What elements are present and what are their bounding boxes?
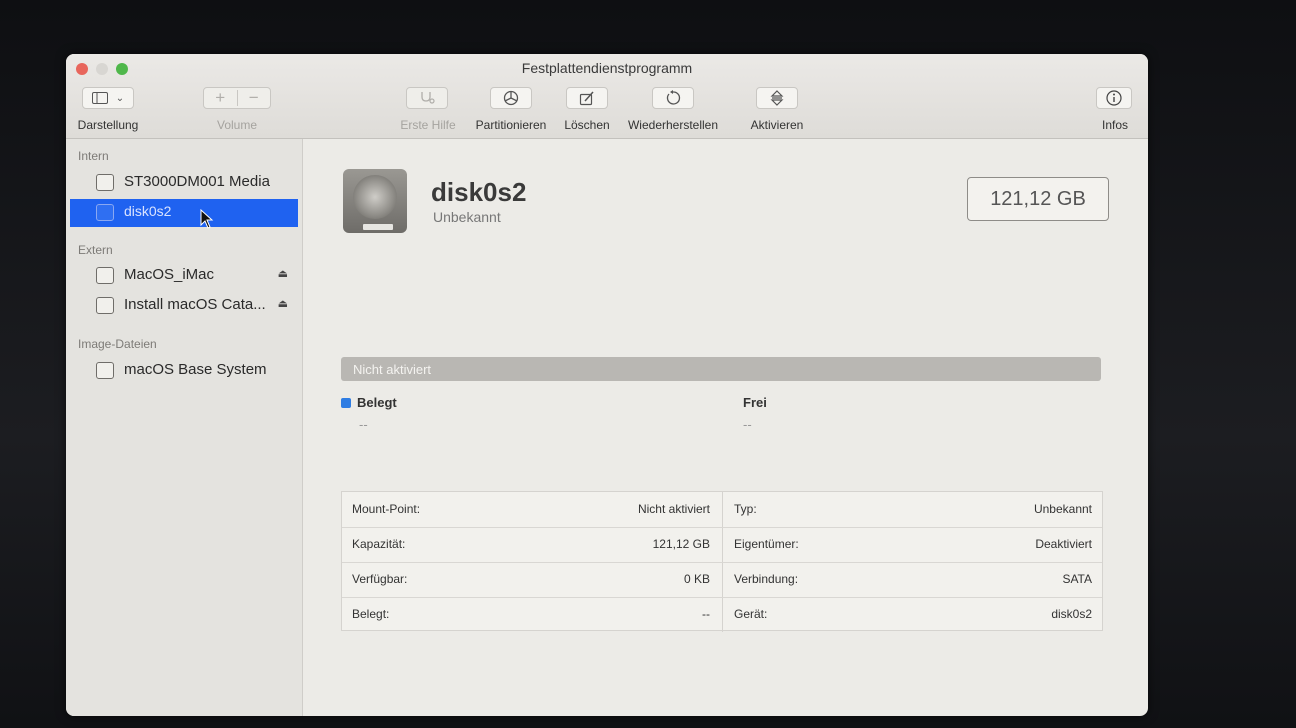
info-row: Kapazität: 121,12 GB Eigentümer: Deaktiv… [342,527,1102,563]
volume-name: disk0s2 [431,177,527,207]
erase-label: Löschen [564,118,610,132]
volume-icon [96,204,114,221]
legend-used-value: -- [359,417,368,432]
info-table: Mount-Point: Nicht aktiviert Typ: Unbeka… [341,491,1103,632]
sidebar-item-label: macOS Base System [124,361,267,378]
stethoscope-icon [421,92,435,104]
info-row: Verfügbar: 0 KB Verbindung: SATA [342,562,1102,598]
add-volume-button[interactable]: + [204,88,237,108]
volume-size-badge: 121,12 GB [967,177,1109,221]
external-drive-icon [96,297,114,314]
volume-label: Volume [216,118,258,132]
first-aid-label: Erste Hilfe [400,118,456,132]
mount-label: Aktivieren [750,118,804,132]
restore-button[interactable] [652,87,694,109]
pie-partition-icon [503,90,519,106]
info-value: Deaktiviert [1035,537,1092,551]
hard-drive-icon [343,169,407,233]
info-value: disk0s2 [1051,607,1092,621]
volume-format: Unbekannt [433,209,501,225]
erase-pencil-icon [579,91,594,106]
info-key: Verfügbar: [352,572,408,586]
titlebar: Festplattendienstprogramm ⌄ Darstellung … [66,54,1148,139]
info-value: SATA [1062,572,1092,586]
chevron-down-icon: ⌄ [115,92,125,104]
info-key: Eigentümer: [734,537,799,551]
restore-arrow-icon [666,90,681,105]
info-key: Belegt: [352,607,390,621]
mouse-cursor-icon [200,209,214,229]
disk-image-icon [96,362,114,379]
info-button[interactable] [1096,87,1132,109]
remove-volume-button[interactable]: − [238,88,271,108]
sidebar-section-extern: Extern [78,243,113,257]
info-key: Typ: [734,502,757,516]
external-drive-icon [96,267,114,284]
info-label: Infos [1101,118,1129,132]
usage-bar: Nicht aktiviert [341,357,1101,381]
partition-button[interactable] [490,87,532,109]
used-color-swatch [341,398,351,408]
info-value: 121,12 GB [652,537,710,551]
sidebar-section-image-dateien: Image-Dateien [78,337,157,351]
legend-used: Belegt [341,395,397,410]
info-value: -- [702,607,710,621]
legend-free-value: -- [743,417,752,432]
volume-segment[interactable]: + − [203,87,271,109]
legend-free-label: Frei [743,395,767,410]
sidebar-section-intern: Intern [78,149,109,163]
sidebar-item-label: disk0s2 [124,203,172,219]
view-label: Darstellung [77,118,139,132]
legend-used-label: Belegt [357,395,397,410]
usage-bar-text: Nicht aktiviert [353,361,432,377]
info-key: Verbindung: [734,572,799,586]
view-button[interactable]: ⌄ [82,87,134,109]
info-key: Mount-Point: [352,502,421,516]
restore-label: Wiederherstellen [627,118,719,132]
sidebar-item-label: MacOS_iMac [124,266,215,283]
window-title: Festplattendienstprogramm [521,60,693,76]
sidebar-item-label: Install macOS Cata... [124,296,266,313]
eject-icon[interactable]: ⏏ [278,267,288,280]
partition-label: Partitionieren [475,118,547,132]
info-row: Belegt: -- Gerät: disk0s2 [342,597,1102,632]
main-content: disk0s2 Unbekannt 121,12 GB Nicht aktivi… [303,139,1148,716]
eject-icon[interactable]: ⏏ [278,297,288,310]
sidebar-item-macos-imac[interactable]: MacOS_iMac ⏏ [70,262,298,290]
info-value: Unbekannt [1033,502,1092,516]
info-value: Nicht aktiviert [637,502,710,516]
sidebar-icon [91,92,108,104]
info-row: Mount-Point: Nicht aktiviert Typ: Unbeka… [342,492,1102,528]
sidebar-item-st3000dm001[interactable]: ST3000DM001 Media [70,169,298,197]
sidebar-item-disk0s2[interactable]: disk0s2 [70,199,298,229]
sidebar-item-install-macos[interactable]: Install macOS Cata... ⏏ [70,292,298,320]
hard-drive-connector [363,224,393,230]
mount-button[interactable] [756,87,798,109]
hard-drive-platter [353,175,397,219]
erase-button[interactable] [566,87,608,109]
info-key: Kapazität: [352,537,406,551]
disk-utility-window: Festplattendienstprogramm ⌄ Darstellung … [66,54,1148,716]
sidebar-item-label: ST3000DM001 Media [124,173,270,190]
mount-icon [770,90,784,106]
sidebar: Intern ST3000DM001 Media disk0s2 Extern … [66,139,303,716]
first-aid-button[interactable] [406,87,448,109]
info-icon [1106,90,1122,106]
info-value: 0 KB [683,572,710,586]
sidebar-item-macos-base-system[interactable]: macOS Base System [70,357,298,385]
internal-drive-icon [96,174,114,191]
info-key: Gerät: [734,607,768,621]
